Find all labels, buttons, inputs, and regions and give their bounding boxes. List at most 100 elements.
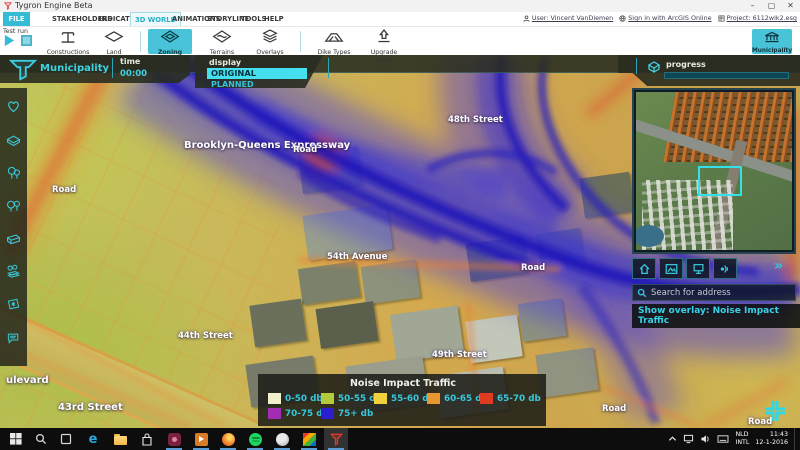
forest-icon[interactable] [5,197,22,214]
clock[interactable]: 11:43 12-1-2016 [755,431,788,447]
media-app[interactable] [189,428,213,450]
street-label-43rd: 43rd Street [58,402,123,413]
boulevard-label: ulevard [6,375,49,386]
land-icon[interactable] [5,131,22,148]
legend-item: 65-70 db [480,393,541,404]
play-button[interactable] [3,34,16,47]
legend-label: 75+ db [338,408,374,419]
arcgis-signin-link[interactable]: Sign in with ArcGIS Online [619,14,712,22]
compass-crosshair-icon[interactable] [762,398,788,424]
taskbar-search-button[interactable] [29,428,53,450]
hud-progress-panel: progress [618,55,800,86]
expand-minimap-chevron[interactable]: » [774,258,783,274]
legend-item: 55-60 db [374,393,435,404]
tygron-app[interactable] [324,428,348,450]
account-bar: User: Vincent VanDiemen Sign in with Arc… [523,14,797,22]
maximize-button[interactable]: ▢ [762,0,781,12]
spotify-icon [248,432,262,446]
system-tray: NLD INTL 11:43 12-1-2016 [668,428,797,450]
minimap-viewport-rect[interactable] [698,166,743,197]
menu-help[interactable]: HELP [260,12,288,26]
gitkraken-app[interactable] [162,428,186,450]
project-icon [718,14,725,22]
budget-icon[interactable] [5,296,22,313]
furniture-icon[interactable] [5,230,22,247]
toolbar-separator [140,31,141,52]
legend-swatch [374,393,387,404]
spotify-app[interactable] [243,428,267,450]
hud-separator [112,58,113,78]
upgrade-types-button[interactable]: Upgrade Types [362,29,406,63]
municipality-toolbar-button[interactable]: Municipality [752,29,792,54]
task-view-button[interactable] [54,428,78,450]
legend-title: Noise Impact Traffic [349,378,457,389]
messages-icon[interactable] [5,329,22,346]
hidden-icons-caret[interactable] [668,435,677,443]
dike-types-label: Dike Types [317,49,351,56]
street-label-49th: 49th Street [432,350,487,360]
language-primary: NLD [735,431,749,439]
road-label: Road [602,404,627,414]
photos-icon [302,432,316,446]
constructions-label: Constructions [46,49,90,56]
file-explorer-app[interactable] [108,428,132,450]
active-stakeholder[interactable]: Municipality [40,63,109,74]
street-label-44th: 44th Street [178,331,233,341]
display-option-original[interactable]: ORIGINAL [207,68,307,79]
tree-icon[interactable] [5,164,22,181]
tygron-taskbar-icon [329,433,343,446]
touch-keyboard-icon[interactable] [717,434,729,444]
home-view-button[interactable] [632,258,656,279]
network-icon[interactable] [683,434,694,444]
road-label: Road [521,263,546,273]
menu-file[interactable]: FILE [3,12,30,26]
address-search[interactable]: Search for address [632,284,796,301]
stop-button[interactable] [20,34,33,47]
photos-app[interactable] [297,428,321,450]
minimize-button[interactable]: – [743,0,762,12]
screen-button[interactable] [686,258,710,279]
minimap-image[interactable] [636,92,792,250]
map-image-button[interactable] [659,258,683,279]
window-controls: – ▢ ✕ [743,0,800,12]
progress-label: progress [666,60,706,69]
language-indicator[interactable]: NLD INTL [735,431,749,447]
zoning-icon [160,30,180,43]
legend-label: 0-50 db [285,393,323,404]
constructions-button[interactable]: Constructions [46,29,90,56]
project-link[interactable]: Project: 6112wlk2.esg [718,14,797,22]
minimap-panel[interactable] [632,88,796,254]
store-app[interactable] [135,428,159,450]
coins-icon[interactable] [5,263,22,280]
search-placeholder: Search for address [651,287,731,298]
zoning-button[interactable]: Zoning [148,29,192,56]
ribbon-toolbar: Test run Constructions Land Zoning Terra… [0,26,800,63]
overlays-button[interactable]: Overlays [248,29,292,56]
land-button[interactable]: Land [92,29,136,56]
dike-types-button[interactable]: Dike Types [312,29,356,56]
window-titlebar: Tygron Engine Beta – ▢ ✕ [0,0,800,12]
sound-button[interactable] [713,258,737,279]
project-label: Project: 6112wlk2.esg [726,14,797,22]
volume-icon[interactable] [700,434,711,444]
edge-icon: e [88,431,98,447]
clock-date: 12-1-2016 [755,439,788,446]
close-button[interactable]: ✕ [781,0,800,12]
tygron-engine-window: Road Brooklyn-Queens Expressway Road 48t… [0,0,800,450]
user-link[interactable]: User: Vincent VanDiemen [523,14,613,22]
firefox-app[interactable] [216,428,240,450]
zoning-label: Zoning [157,49,183,56]
show-desktop-button[interactable] [794,428,797,450]
start-button[interactable] [4,428,28,450]
display-option-planned[interactable]: PLANNED [211,80,254,88]
time-value: 00:00 [120,69,148,79]
media-play-icon [194,432,208,446]
edge-app[interactable]: e [81,428,105,450]
legend-item: 75+ db [321,408,374,419]
heart-icon[interactable] [5,98,22,115]
legend-swatch [480,393,493,404]
terrains-button[interactable]: Terrains [200,29,244,56]
notes-app[interactable] [270,428,294,450]
image-icon [665,263,677,274]
hud-stakeholder-panel: Municipality [0,55,190,83]
